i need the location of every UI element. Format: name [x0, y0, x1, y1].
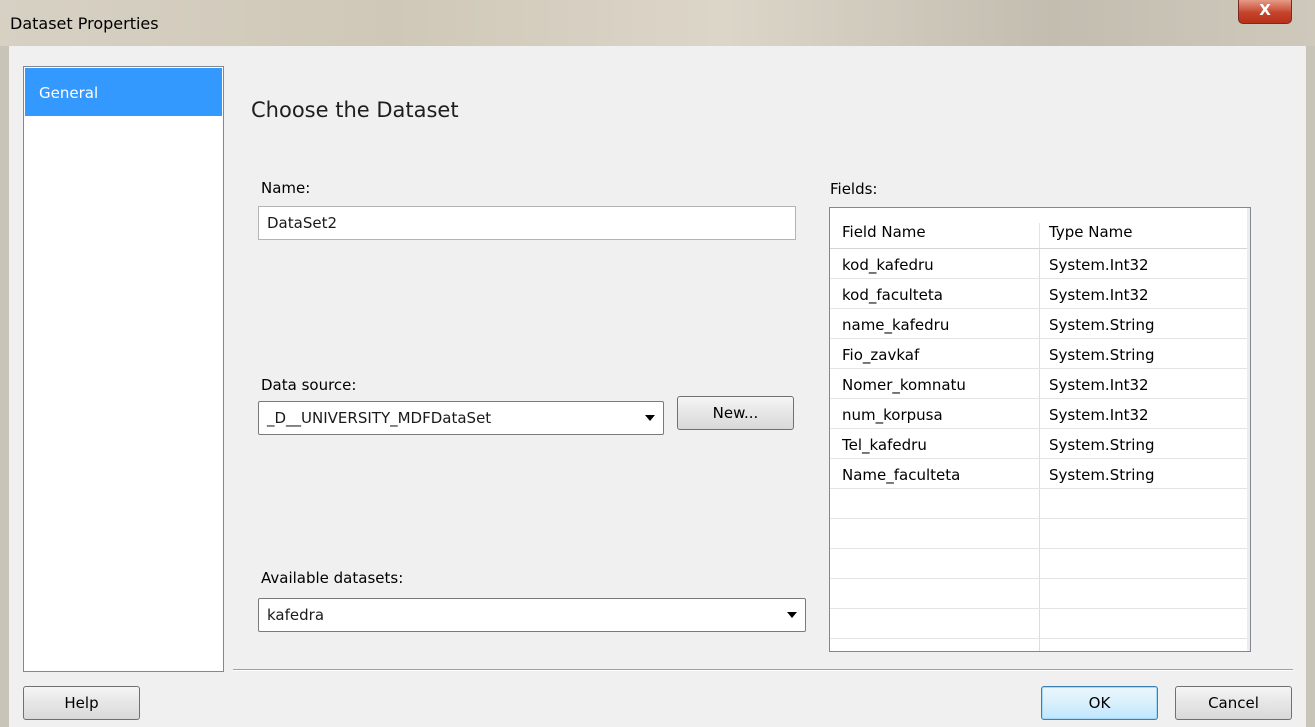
row-divider [830, 518, 1247, 519]
row-divider [830, 488, 1247, 489]
available-datasets-value: kafedra [267, 606, 325, 624]
field-name-cell: kod_faculteta [842, 286, 943, 304]
table-row[interactable]: num_korpusa System.Int32 [830, 398, 1247, 428]
close-button[interactable]: X [1238, 0, 1292, 24]
type-name-cell: System.Int32 [1049, 376, 1149, 394]
fields-label: Fields: [830, 180, 878, 198]
scrollbar[interactable] [1247, 208, 1250, 651]
type-name-cell: System.Int32 [1049, 256, 1149, 274]
field-name-cell: Nomer_komnatu [842, 376, 966, 394]
window-title: Dataset Properties [10, 14, 159, 33]
table-row[interactable]: Name_faculteta System.String [830, 458, 1247, 488]
available-datasets-label: Available datasets: [261, 569, 404, 587]
type-name-cell: System.String [1049, 466, 1155, 484]
table-row[interactable]: kod_faculteta System.Int32 [830, 278, 1247, 308]
field-name-cell: name_kafedru [842, 316, 950, 334]
dialog-client: General Choose the Dataset Name: DataSet… [9, 46, 1306, 727]
type-name-cell: System.Int32 [1049, 286, 1149, 304]
chevron-down-icon [787, 612, 797, 618]
row-divider [830, 608, 1247, 609]
available-datasets-select[interactable]: kafedra [258, 598, 806, 632]
cancel-button[interactable]: Cancel [1175, 686, 1292, 720]
data-source-value: _D__UNIVERSITY_MDFDataSet [267, 409, 492, 427]
field-name-cell: kod_kafedru [842, 256, 934, 274]
type-name-cell: System.String [1049, 346, 1155, 364]
sidebar-item-general[interactable]: General [25, 68, 222, 116]
field-name-cell: Tel_kafedru [842, 436, 927, 454]
help-button[interactable]: Help [23, 686, 140, 720]
field-name-cell: Name_faculteta [842, 466, 961, 484]
new-button[interactable]: New... [677, 396, 794, 430]
chevron-down-icon [645, 415, 655, 421]
data-source-select[interactable]: _D__UNIVERSITY_MDFDataSet [258, 401, 664, 435]
name-label: Name: [261, 179, 311, 197]
row-divider [830, 638, 1247, 639]
footer-divider [233, 669, 1293, 671]
column-header-type-name[interactable]: Type Name [1049, 223, 1132, 241]
table-row[interactable]: kod_kafedru System.Int32 [830, 248, 1247, 278]
table-row[interactable]: Tel_kafedru System.String [830, 428, 1247, 458]
sidebar: General [23, 66, 224, 672]
data-source-label: Data source: [261, 376, 357, 394]
type-name-cell: System.String [1049, 316, 1155, 334]
fields-grid[interactable]: Field Name Type Name kod_kafedru System.I… [829, 207, 1251, 652]
title-bar: Dataset Properties X [0, 0, 1315, 46]
table-row[interactable]: name_kafedru System.String [830, 308, 1247, 338]
page-heading: Choose the Dataset [251, 98, 459, 122]
row-divider [830, 548, 1247, 549]
name-field[interactable]: DataSet2 [258, 206, 796, 240]
table-row[interactable]: Nomer_komnatu System.Int32 [830, 368, 1247, 398]
table-row[interactable]: Fio_zavkaf System.String [830, 338, 1247, 368]
type-name-cell: System.String [1049, 436, 1155, 454]
row-divider [830, 578, 1247, 579]
ok-button[interactable]: OK [1041, 686, 1158, 720]
field-name-cell: num_korpusa [842, 406, 943, 424]
field-name-cell: Fio_zavkaf [842, 346, 920, 364]
type-name-cell: System.Int32 [1049, 406, 1149, 424]
column-header-field-name[interactable]: Field Name [842, 223, 926, 241]
grid-header: Field Name Type Name [830, 208, 1247, 263]
